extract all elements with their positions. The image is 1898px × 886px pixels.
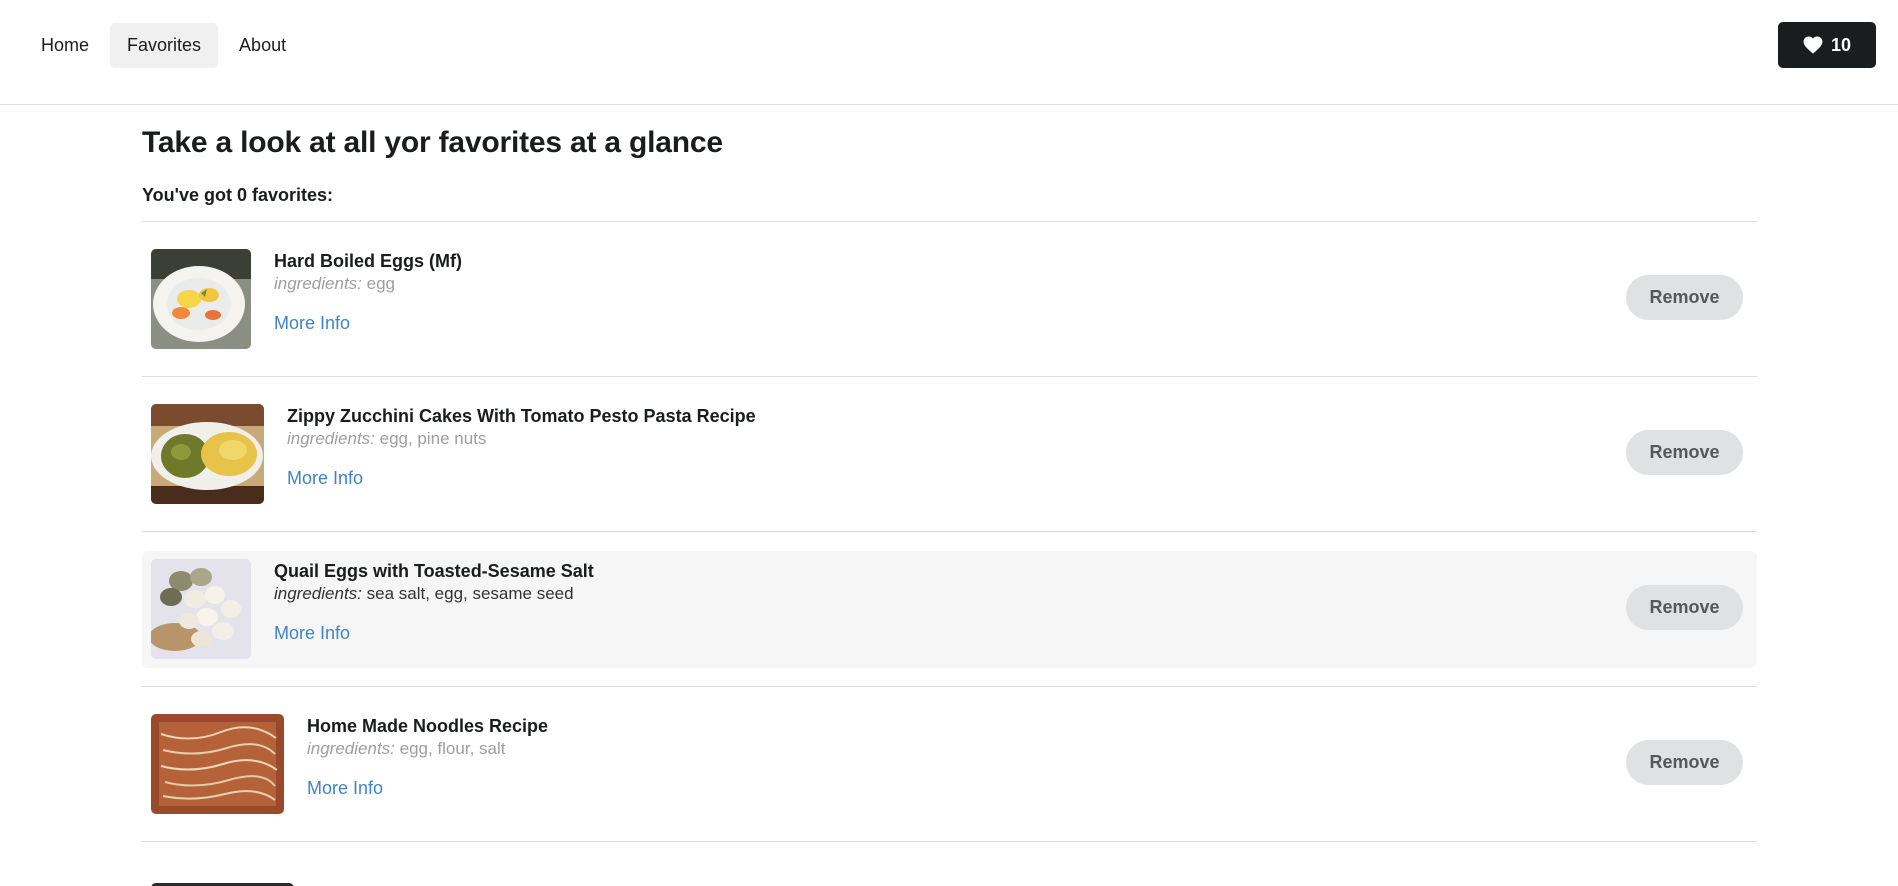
list-item-content: Zippy Zucchini Cakes With Tomato Pesto P… bbox=[142, 396, 1757, 513]
ingredients-label: ingredients: bbox=[274, 584, 362, 603]
recipe-ingredients: ingredients: egg, flour, salt bbox=[307, 738, 548, 760]
remove-button[interactable]: Remove bbox=[1626, 430, 1743, 475]
recipe-title: Zippy Zucchini Cakes With Tomato Pesto P… bbox=[287, 406, 756, 426]
list-item-content: Home Made Noodles Recipe ingredients: eg… bbox=[142, 706, 1757, 823]
main-menu: Home Favorites About bbox=[24, 23, 303, 68]
list-item: Home Made Noodles Recipe ingredients: eg… bbox=[142, 687, 1757, 842]
main-content: Take a look at all yor favorites at a gl… bbox=[142, 105, 1757, 842]
list-item: Hard Boiled Eggs (Mf) ingredients: egg M… bbox=[142, 222, 1757, 377]
recipe-thumbnail bbox=[151, 714, 284, 814]
more-info-link[interactable]: More Info bbox=[287, 468, 363, 489]
recipe-details: Quail Eggs with Toasted-Sesame Salt ingr… bbox=[274, 560, 594, 644]
remove-button[interactable]: Remove bbox=[1626, 275, 1743, 320]
recipe-details: Hard Boiled Eggs (Mf) ingredients: egg M… bbox=[274, 250, 462, 334]
ingredients-value: egg bbox=[366, 274, 395, 293]
recipe-thumbnail bbox=[151, 559, 251, 659]
recipe-title: Hard Boiled Eggs (Mf) bbox=[274, 251, 462, 271]
more-info-link[interactable]: More Info bbox=[274, 623, 350, 644]
recipe-details: Zippy Zucchini Cakes With Tomato Pesto P… bbox=[287, 405, 756, 489]
recipe-ingredients: ingredients: egg, pine nuts bbox=[287, 428, 756, 450]
recipe-thumbnail bbox=[151, 404, 264, 504]
top-navigation-bar: Home Favorites About 10 bbox=[0, 0, 1898, 105]
list-item: Zippy Zucchini Cakes With Tomato Pesto P… bbox=[142, 377, 1757, 532]
favorites-count-text: You've got 0 favorites: bbox=[142, 185, 1757, 222]
list-item-content: Quail Eggs with Toasted-Sesame Salt ingr… bbox=[142, 551, 1757, 668]
recipe-title: Home Made Noodles Recipe bbox=[307, 716, 549, 736]
ingredients-value: egg, pine nuts bbox=[379, 429, 487, 448]
recipe-thumbnail bbox=[151, 249, 251, 349]
nav-favorites[interactable]: Favorites bbox=[110, 23, 219, 68]
recipe-ingredients: ingredients: sea salt, egg, sesame seed bbox=[274, 583, 594, 605]
ingredients-label: ingredients: bbox=[274, 274, 362, 293]
more-info-link[interactable]: More Info bbox=[274, 313, 350, 334]
remove-button[interactable]: Remove bbox=[1626, 740, 1743, 785]
favorites-count: 10 bbox=[1830, 34, 1852, 55]
ingredients-value: egg, flour, salt bbox=[399, 739, 506, 758]
more-info-link[interactable]: More Info bbox=[307, 778, 383, 799]
favorites-list: Hard Boiled Eggs (Mf) ingredients: egg M… bbox=[142, 222, 1757, 842]
recipe-ingredients: ingredients: egg bbox=[274, 273, 462, 295]
heart-icon bbox=[1803, 36, 1823, 54]
remove-button[interactable]: Remove bbox=[1626, 585, 1743, 630]
nav-about[interactable]: About bbox=[222, 23, 303, 68]
ingredients-label: ingredients: bbox=[287, 429, 375, 448]
list-item: Quail Eggs with Toasted-Sesame Salt ingr… bbox=[142, 532, 1757, 687]
page-title: Take a look at all yor favorites at a gl… bbox=[142, 126, 723, 159]
ingredients-label: ingredients: bbox=[307, 739, 395, 758]
recipe-title: Quail Eggs with Toasted-Sesame Salt bbox=[274, 561, 594, 581]
nav-home[interactable]: Home bbox=[24, 23, 106, 68]
recipe-details: Home Made Noodles Recipe ingredients: eg… bbox=[307, 715, 548, 799]
list-item-content: Hard Boiled Eggs (Mf) ingredients: egg M… bbox=[142, 241, 1757, 358]
favorites-count-button[interactable]: 10 bbox=[1778, 22, 1876, 68]
ingredients-value: sea salt, egg, sesame seed bbox=[366, 584, 574, 603]
